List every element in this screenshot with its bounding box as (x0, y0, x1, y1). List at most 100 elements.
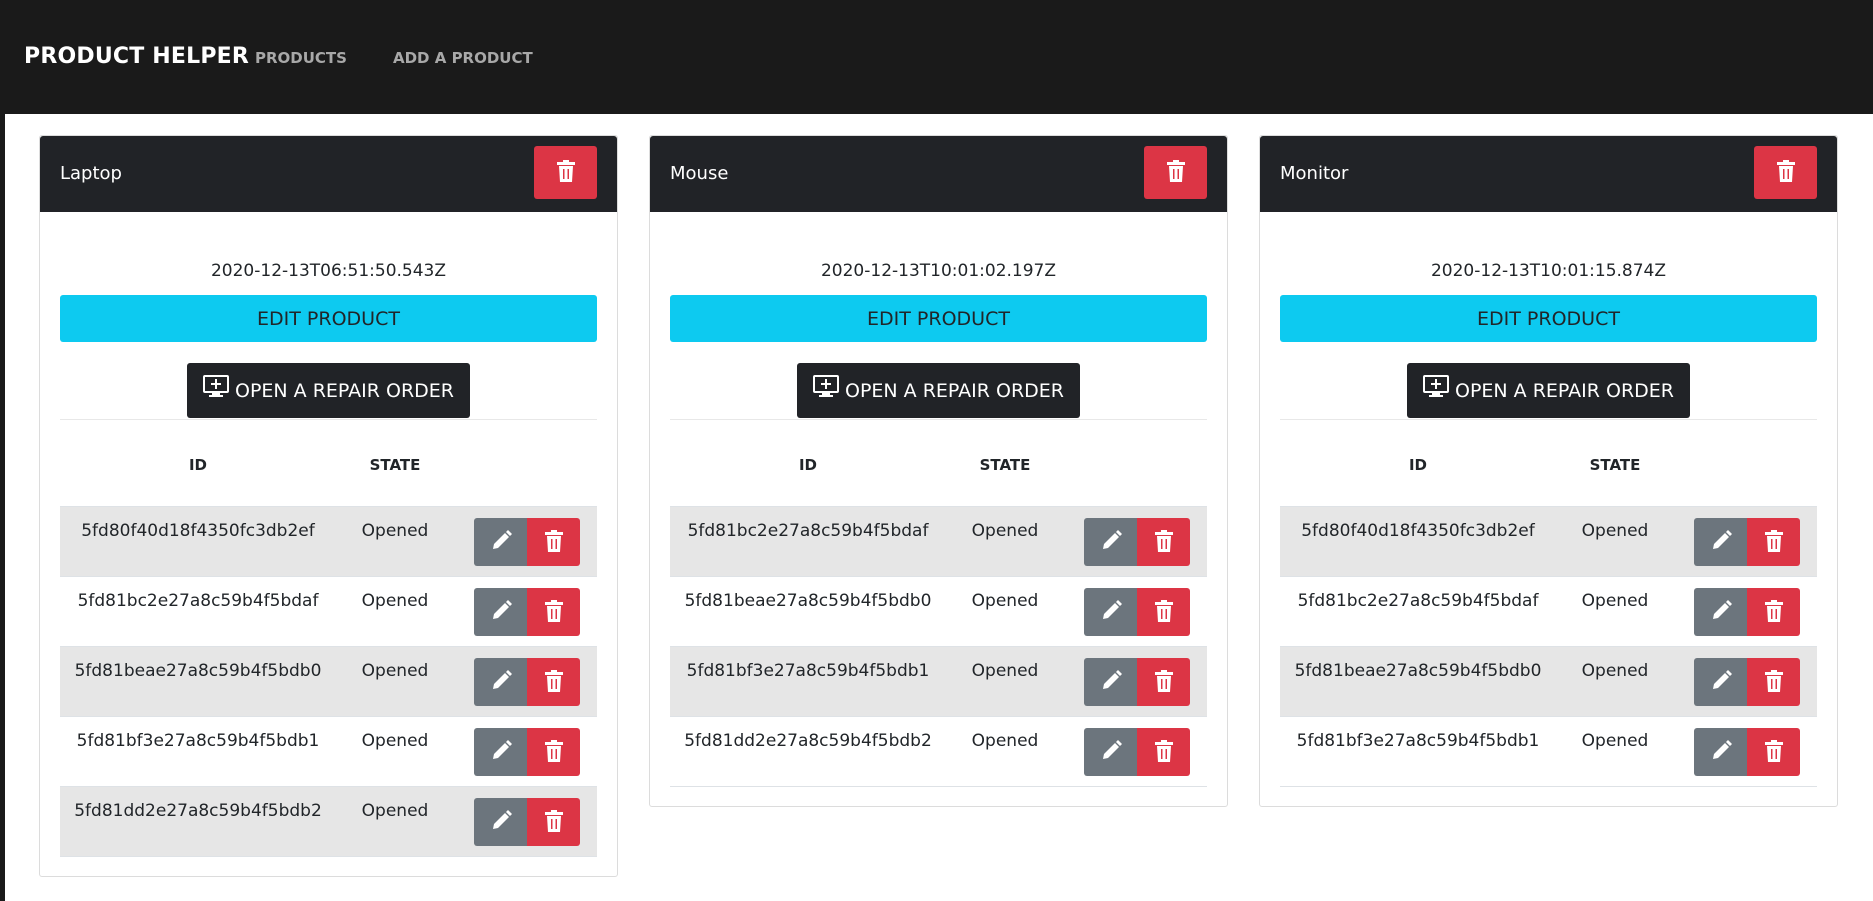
monitor-plus-icon (203, 374, 235, 402)
table-row: 5fd81beae27a8c59b4f5bdb0 Opened (670, 576, 1207, 646)
table-end (670, 786, 1207, 806)
table-row: 5fd81bf3e27a8c59b4f5bdb1 Opened (1280, 716, 1817, 786)
open-repair-order-button[interactable]: OPEN A REPAIR ORDER (1407, 363, 1690, 418)
left-edge (0, 114, 5, 901)
order-id: 5fd80f40d18f4350fc3db2ef (1301, 521, 1535, 541)
trash-icon (544, 599, 563, 625)
card-header: Mouse (650, 136, 1227, 212)
trash-icon (1154, 739, 1173, 765)
order-id: 5fd81bc2e27a8c59b4f5bdaf (687, 521, 929, 541)
delete-order-button[interactable] (527, 658, 580, 706)
trash-icon (556, 160, 575, 185)
edit-order-button[interactable] (474, 658, 527, 706)
navbar: PRODUCT HELPER PRODUCTS ADD A PRODUCT (0, 0, 1873, 114)
delete-product-button[interactable] (1144, 146, 1207, 199)
table-end (60, 856, 597, 876)
edit-order-button[interactable] (1084, 588, 1137, 636)
trash-icon (1154, 669, 1173, 695)
table-row: 5fd81beae27a8c59b4f5bdb0 Opened (60, 646, 597, 716)
edit-order-button[interactable] (1084, 518, 1137, 566)
product-name: Mouse (670, 163, 729, 184)
trash-icon (1154, 529, 1173, 555)
delete-order-button[interactable] (1137, 588, 1190, 636)
edit-order-button[interactable] (1694, 728, 1747, 776)
edit-order-button[interactable] (1084, 728, 1137, 776)
product-date: 2020-12-13T10:01:02.197Z (820, 261, 1057, 281)
order-state: Opened (361, 661, 429, 681)
card-body: 2020-12-13T10:01:02.197Z EDIT PRODUCT OP… (650, 212, 1227, 806)
delete-order-button[interactable] (1747, 518, 1800, 566)
trash-icon (1764, 669, 1783, 695)
product-card: Mouse 2020-12-13T10:01:02.197Z EDIT PROD… (649, 135, 1228, 807)
order-id: 5fd81bf3e27a8c59b4f5bdb1 (76, 731, 320, 751)
column-header-id: ID (798, 456, 818, 474)
delete-order-button[interactable] (1137, 518, 1190, 566)
order-state: Opened (971, 521, 1039, 541)
pencil-icon (490, 809, 512, 835)
pencil-icon (1100, 669, 1122, 695)
order-state: Opened (971, 661, 1039, 681)
order-state: Opened (361, 801, 429, 821)
edit-product-button[interactable]: EDIT PRODUCT (1280, 295, 1817, 342)
delete-order-button[interactable] (1137, 728, 1190, 776)
delete-product-button[interactable] (534, 146, 597, 199)
card-header: Monitor (1260, 136, 1837, 212)
edit-order-button[interactable] (474, 518, 527, 566)
trash-icon (544, 739, 563, 765)
order-state: Opened (1581, 591, 1649, 611)
table-end (1280, 786, 1817, 806)
nav-link-add-product[interactable]: ADD A PRODUCT (393, 49, 533, 67)
repair-wrap: OPEN A REPAIR ORDER (1280, 363, 1817, 419)
delete-order-button[interactable] (1747, 728, 1800, 776)
order-state: Opened (1581, 731, 1649, 751)
delete-order-button[interactable] (1747, 658, 1800, 706)
order-id: 5fd81beae27a8c59b4f5bdb0 (1294, 661, 1542, 681)
trash-icon (544, 809, 563, 835)
edit-order-button[interactable] (1084, 658, 1137, 706)
order-state: Opened (361, 521, 429, 541)
monitor-plus-icon (1423, 374, 1455, 402)
edit-product-button[interactable]: EDIT PRODUCT (670, 295, 1207, 342)
edit-order-button[interactable] (1694, 588, 1747, 636)
delete-order-button[interactable] (527, 588, 580, 636)
delete-order-button[interactable] (1747, 588, 1800, 636)
repair-wrap: OPEN A REPAIR ORDER (60, 363, 597, 419)
table-row: 5fd80f40d18f4350fc3db2ef Opened (60, 506, 597, 576)
pencil-icon (490, 669, 512, 695)
card-body: 2020-12-13T06:51:50.543Z EDIT PRODUCT OP… (40, 212, 617, 876)
pencil-icon (1100, 739, 1122, 765)
table-row: 5fd81dd2e27a8c59b4f5bdb2 Opened (670, 716, 1207, 786)
order-state: Opened (971, 731, 1039, 751)
product-name: Laptop (60, 163, 122, 184)
brand-logo[interactable]: PRODUCT HELPER (24, 44, 249, 69)
table-row: 5fd81beae27a8c59b4f5bdb0 Opened (1280, 646, 1817, 716)
edit-order-button[interactable] (1694, 658, 1747, 706)
trash-icon (1764, 529, 1783, 555)
open-repair-order-label: OPEN A REPAIR ORDER (235, 379, 454, 402)
delete-order-button[interactable] (527, 798, 580, 846)
trash-icon (544, 529, 563, 555)
delete-order-button[interactable] (1137, 658, 1190, 706)
pencil-icon (490, 529, 512, 555)
open-repair-order-button[interactable]: OPEN A REPAIR ORDER (797, 363, 1080, 418)
delete-product-button[interactable] (1754, 146, 1817, 199)
pencil-icon (1710, 529, 1732, 555)
table-row: 5fd81bf3e27a8c59b4f5bdb1 Opened (670, 646, 1207, 716)
column-header-id: ID (188, 456, 208, 474)
edit-order-button[interactable] (1694, 518, 1747, 566)
order-id: 5fd80f40d18f4350fc3db2ef (81, 521, 315, 541)
edit-order-button[interactable] (474, 588, 527, 636)
table-row: 5fd81bc2e27a8c59b4f5bdaf Opened (60, 576, 597, 646)
edit-product-button[interactable]: EDIT PRODUCT (60, 295, 597, 342)
delete-order-button[interactable] (527, 518, 580, 566)
order-id: 5fd81dd2e27a8c59b4f5bdb2 (684, 731, 932, 751)
order-id: 5fd81dd2e27a8c59b4f5bdb2 (74, 801, 322, 821)
edit-order-button[interactable] (474, 798, 527, 846)
delete-order-button[interactable] (527, 728, 580, 776)
column-header-state: STATE (1589, 456, 1641, 474)
pencil-icon (490, 739, 512, 765)
order-state: Opened (1581, 661, 1649, 681)
open-repair-order-button[interactable]: OPEN A REPAIR ORDER (187, 363, 470, 418)
nav-link-products[interactable]: PRODUCTS (255, 49, 347, 67)
edit-order-button[interactable] (474, 728, 527, 776)
